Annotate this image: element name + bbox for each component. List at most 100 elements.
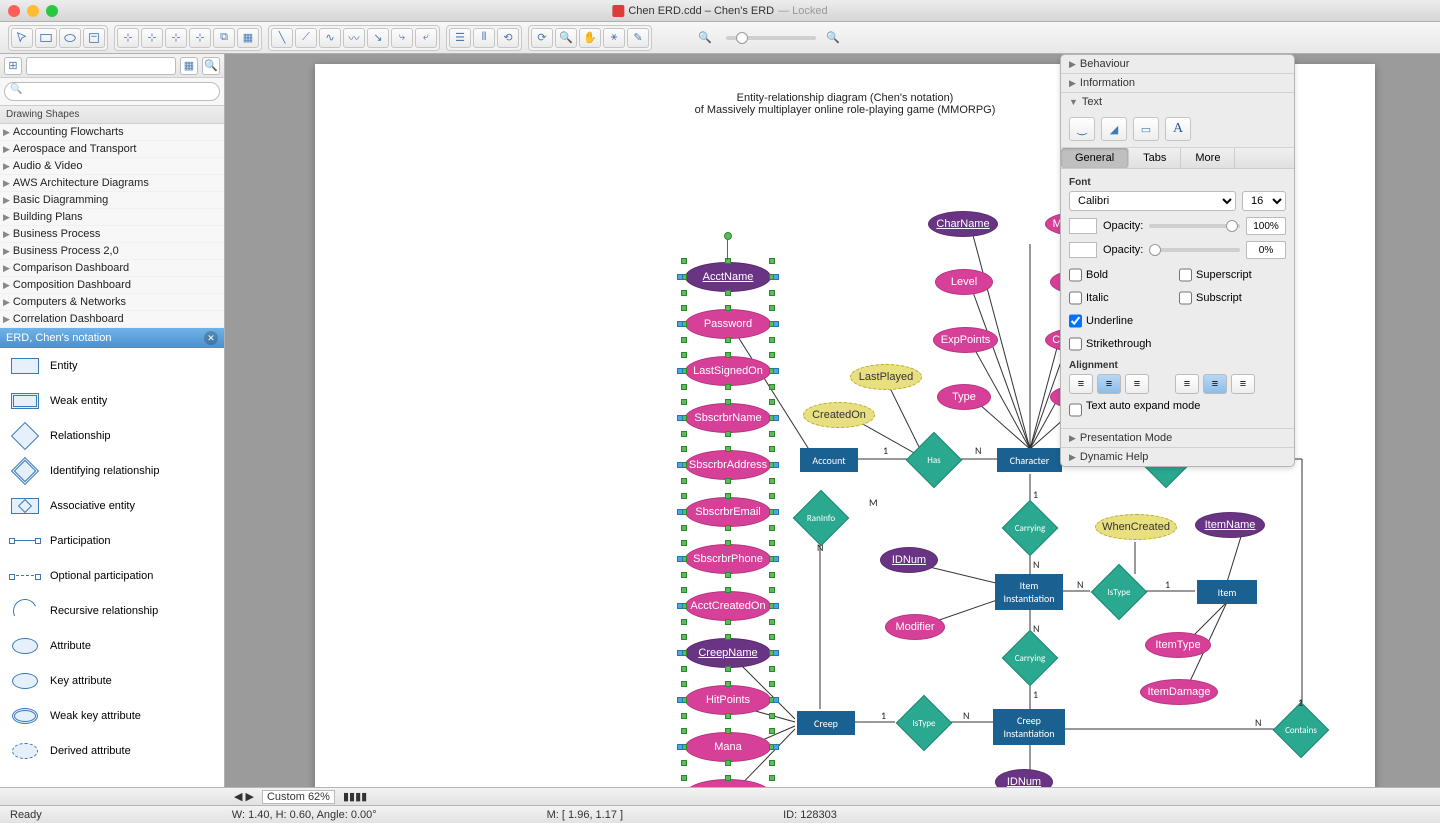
font-size-select[interactable]: 16 <box>1242 191 1286 211</box>
section-information[interactable]: ▶Information <box>1061 74 1294 92</box>
shape-item[interactable]: Key attribute <box>0 663 224 698</box>
tree-tool-3[interactable]: ⊹ <box>165 28 187 48</box>
library-item[interactable]: ▶Audio & Video <box>0 158 224 175</box>
opacity-slider-2[interactable] <box>1149 248 1240 252</box>
library-item[interactable]: ▶Basic Diagramming <box>0 192 224 209</box>
valign-top[interactable]: ≡ <box>1175 374 1199 394</box>
connector-tool-3[interactable]: ⤶ <box>415 28 437 48</box>
check-strikethrough[interactable]: Strikethrough <box>1069 334 1176 354</box>
rotate-tool[interactable]: ⟲ <box>497 28 519 48</box>
arc-tool[interactable]: ⟋ <box>295 28 317 48</box>
text-fill-tool[interactable]: ◢ <box>1101 117 1127 141</box>
attr-itemdamage[interactable]: ItemDamage <box>1140 679 1218 705</box>
align-tool[interactable]: ☰ <box>449 28 471 48</box>
rel-carrying[interactable]: Carrying <box>1004 514 1056 542</box>
attr-modifier[interactable]: Modifier <box>885 614 945 640</box>
attr-hitpoints[interactable]: HitPoints <box>685 685 771 715</box>
refresh-tool[interactable]: ⟳ <box>531 28 553 48</box>
zoom-slider[interactable] <box>726 36 816 40</box>
section-presentation[interactable]: ▶Presentation Mode <box>1061 429 1294 447</box>
attr-charname[interactable]: CharName <box>928 211 998 237</box>
stamp-tool[interactable]: ⚹ <box>603 28 625 48</box>
search-tool[interactable]: 🔍 <box>555 28 577 48</box>
check-italic[interactable]: Italic <box>1069 288 1176 308</box>
close-library-icon[interactable]: ✕ <box>204 331 218 345</box>
attr-sbname[interactable]: SbscrbrName <box>685 403 771 433</box>
attr-createdon[interactable]: CreatedOn <box>803 402 875 428</box>
shape-item[interactable]: Identifying relationship <box>0 453 224 488</box>
library-item[interactable]: ▶AWS Architecture Diagrams <box>0 175 224 192</box>
connector-tool-2[interactable]: ⤷ <box>391 28 413 48</box>
shape-item[interactable]: Attribute <box>0 628 224 663</box>
attr-whencreated[interactable]: WhenCreated <box>1095 514 1177 540</box>
rel-istype[interactable]: IsType <box>1093 578 1145 606</box>
close-icon[interactable] <box>8 5 20 17</box>
attr-sbemail[interactable]: SbscrbrEmail <box>685 497 771 527</box>
attr-attack[interactable]: Attack <box>685 779 771 787</box>
tree-tool-1[interactable]: ⊹ <box>117 28 139 48</box>
opacity-slider-1[interactable] <box>1149 224 1240 228</box>
align-left[interactable]: ≡ <box>1069 374 1093 394</box>
shape-item[interactable]: Recursive relationship <box>0 593 224 628</box>
distribute-tool[interactable]: ⫴ <box>473 28 495 48</box>
ellipse-tool[interactable] <box>59 28 81 48</box>
library-item[interactable]: ▶Composition Dashboard <box>0 277 224 294</box>
spline-tool[interactable]: 〰 <box>343 28 365 48</box>
attr-lastplayed[interactable]: LastPlayed <box>850 364 922 390</box>
entity-item[interactable]: Item <box>1197 580 1257 604</box>
library-item[interactable]: ▶Accounting Flowcharts <box>0 124 224 141</box>
attr-idnum-2[interactable]: IDNum <box>995 769 1053 787</box>
library-grid-icon[interactable]: ▦ <box>180 57 198 75</box>
library-filter-input[interactable] <box>26 57 176 75</box>
pointer-tool[interactable] <box>11 28 33 48</box>
rel-istype-2[interactable]: IsType <box>898 709 950 737</box>
font-family-select[interactable]: Calibri <box>1069 191 1236 211</box>
text-box-tool[interactable]: ▭ <box>1133 117 1159 141</box>
library-search-icon[interactable]: 🔍 <box>202 57 220 75</box>
section-dynamic-help[interactable]: ▶Dynamic Help <box>1061 448 1294 466</box>
eyedropper-tool[interactable]: ✎ <box>627 28 649 48</box>
zoom-display[interactable]: Custom 62% <box>262 790 335 804</box>
library-item[interactable]: ▶Business Process 2,0 <box>0 243 224 260</box>
tree-tool-2[interactable]: ⊹ <box>141 28 163 48</box>
align-center[interactable]: ≡ <box>1097 374 1121 394</box>
grid-tool[interactable]: ▦ <box>237 28 259 48</box>
attr-password[interactable]: Password <box>685 309 771 339</box>
library-item[interactable]: ▶Comparison Dashboard <box>0 260 224 277</box>
library-selected[interactable]: ERD, Chen's notation ✕ <box>0 328 224 348</box>
chain-tool[interactable]: ⧉ <box>213 28 235 48</box>
attr-sbaddr[interactable]: SbscrbrAddress <box>685 450 771 480</box>
tab-general[interactable]: General <box>1061 148 1129 168</box>
entity-creep[interactable]: Creep <box>797 711 855 735</box>
text-font-tool[interactable]: A <box>1165 117 1191 141</box>
check-subscript[interactable]: Subscript <box>1179 288 1286 308</box>
zoom-out-button[interactable]: 🔍 <box>694 28 716 48</box>
minimize-icon[interactable] <box>27 5 39 17</box>
section-behaviour[interactable]: ▶Behaviour <box>1061 55 1294 73</box>
library-item[interactable]: ▶Correlation Dashboard <box>0 311 224 328</box>
library-item[interactable]: ▶Building Plans <box>0 209 224 226</box>
check-superscript[interactable]: Superscript <box>1179 265 1286 285</box>
check-underline[interactable]: Underline <box>1069 311 1176 331</box>
library-item[interactable]: ▶Business Process <box>0 226 224 243</box>
shape-item[interactable]: Derived attribute <box>0 733 224 768</box>
shape-item[interactable]: Weak entity <box>0 383 224 418</box>
attr-acctname[interactable]: AcctName <box>685 262 771 292</box>
attr-lastsigned[interactable]: LastSignedOn <box>685 356 771 386</box>
attr-acctcreated[interactable]: AcctCreatedOn <box>685 591 771 621</box>
tree-tool-4[interactable]: ⊹ <box>189 28 211 48</box>
curve-tool[interactable]: ∿ <box>319 28 341 48</box>
attr-mana[interactable]: Mana <box>685 732 771 762</box>
attr-type[interactable]: Type <box>937 384 991 410</box>
align-right[interactable]: ≡ <box>1125 374 1149 394</box>
attr-idnum[interactable]: IDNum <box>880 547 938 573</box>
rel-raninfo[interactable]: RanInfo <box>795 504 847 532</box>
connector-tool-1[interactable]: ↘ <box>367 28 389 48</box>
rel-has[interactable]: Has <box>908 446 960 474</box>
shape-item[interactable]: Participation <box>0 523 224 558</box>
outline-color-swatch[interactable] <box>1069 242 1097 258</box>
shape-item[interactable]: Entity <box>0 348 224 383</box>
shape-item[interactable]: Optional participation <box>0 558 224 593</box>
line-tool[interactable]: ╲ <box>271 28 293 48</box>
zoom-in-button[interactable]: 🔍 <box>822 28 844 48</box>
